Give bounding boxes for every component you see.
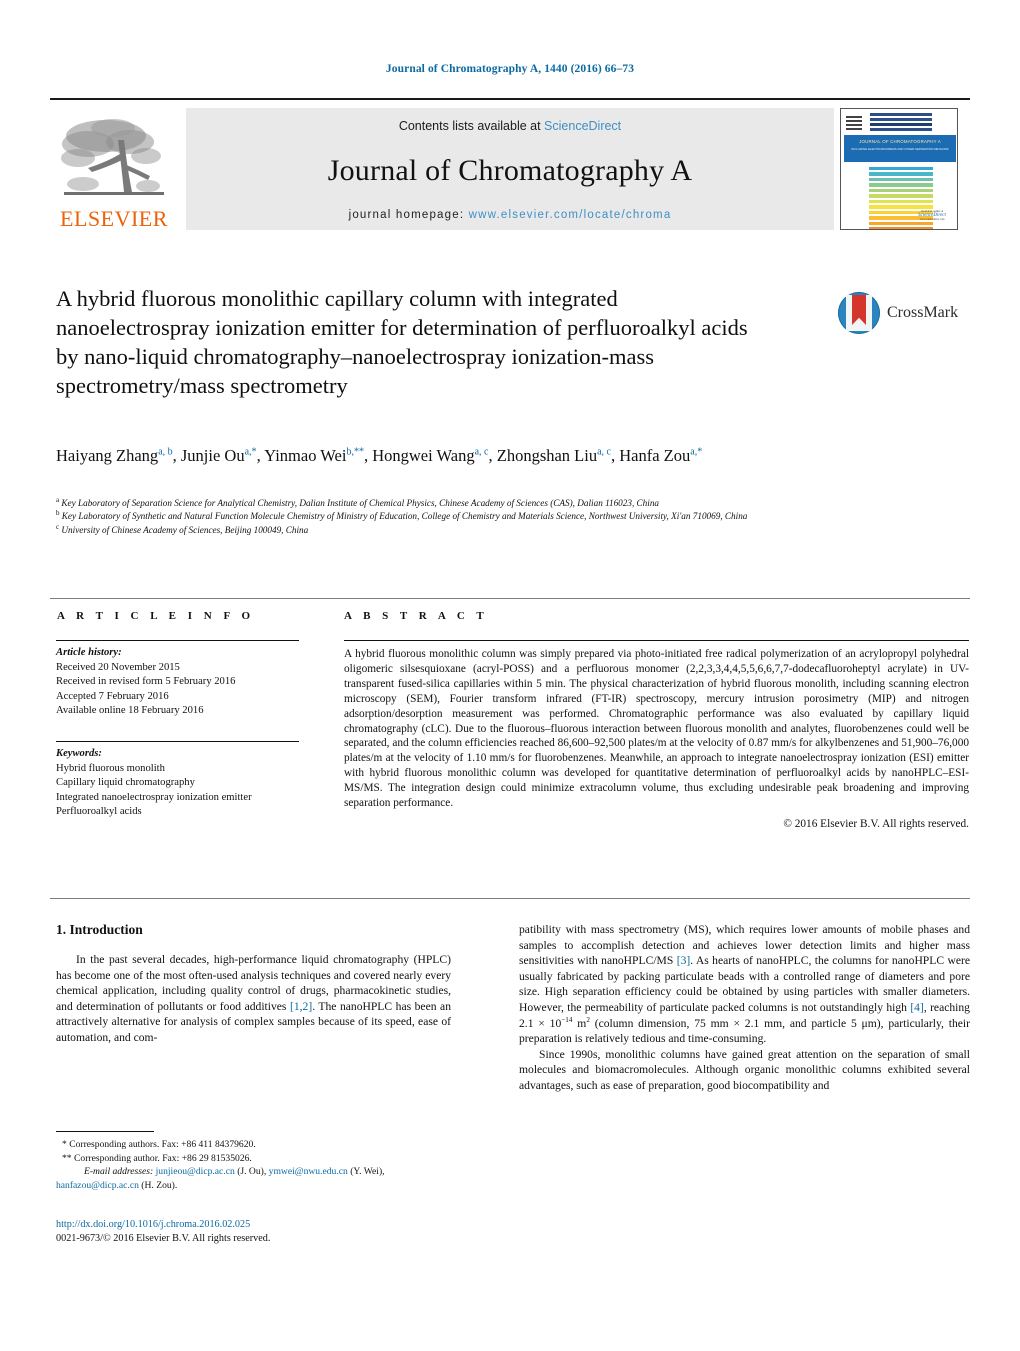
citation-ref-4[interactable]: [4] <box>910 1001 924 1014</box>
intro-paragraph-1-left: In the past several decades, high-perfor… <box>56 952 451 1046</box>
elsevier-wordmark: ELSEVIER <box>60 206 168 231</box>
section-title-introduction: 1. Introduction <box>56 922 143 937</box>
abstract-heading: A B S T R A C T <box>344 610 489 622</box>
crossmark-label: CrossMark <box>887 304 959 321</box>
article-info-column: Article history: Received 20 November 20… <box>56 640 299 820</box>
abstract-text: A hybrid fluorous monolithic column was … <box>344 648 969 810</box>
keyword-item: Perfluoroalkyl acids <box>56 806 142 818</box>
abstract-column: A hybrid fluorous monolithic column was … <box>344 640 969 832</box>
keywords-label: Keywords: <box>56 747 102 759</box>
running-head: Journal of Chromatography A, 1440 (2016)… <box>385 63 635 75</box>
body-column-left: In the past several decades, high-perfor… <box>56 952 451 1046</box>
crossmark-badge[interactable]: CrossMark <box>838 287 968 339</box>
citation-ref-1-2[interactable]: [1,2] <box>290 1000 312 1013</box>
email-link-ymwei[interactable]: ymwei@nwu.edu.cn <box>269 1166 348 1177</box>
title-block: A hybrid fluorous monolithic capillary c… <box>56 284 756 400</box>
cover-banner-subtitle: INCLUDING ELECTROPHORESIS AND OTHER SEPA… <box>851 147 949 151</box>
article-history-block: Article history: Received 20 November 20… <box>56 646 299 719</box>
paper-page: Journal of Chromatography A, 1440 (2016)… <box>0 0 1020 1351</box>
keywords-rule <box>56 740 299 742</box>
journal-title: Journal of Chromatography A <box>327 154 693 187</box>
email-addresses-label: E-mail addresses: <box>84 1166 154 1178</box>
footnote-email-addresses: E-mail addresses: junjieou@dicp.ac.cn (J… <box>56 1165 476 1179</box>
doi-link[interactable]: http://dx.doi.org/10.1016/j.chroma.2016.… <box>56 1218 476 1232</box>
cover-footer: Available online at ScienceDirect www.sc… <box>913 209 951 221</box>
cover-qr-code-icon <box>846 114 862 130</box>
exponent-minus-14: −14 <box>561 1015 573 1024</box>
intro-paragraph-1-right: patibility with mass spectrometry (MS), … <box>519 922 970 1047</box>
footnote-corresponding-authors: * Corresponding authors. Fax: +86 411 84… <box>62 1139 256 1150</box>
citation-ref-3[interactable]: [3] <box>677 954 691 967</box>
history-item: Accepted 7 February 2016 <box>56 690 169 702</box>
cover-banner: JOURNAL OF CHROMATOGRAPHY A INCLUDING EL… <box>844 135 956 162</box>
divider-below-abstract <box>50 898 970 899</box>
divider-above-abstract <box>50 598 970 599</box>
email1-owner: (J. Ou), <box>237 1166 267 1178</box>
elsevier-tree-icon <box>58 114 170 206</box>
article-info-rule <box>56 640 299 641</box>
homepage-url-link[interactable]: www.elsevier.com/locate/chroma <box>469 209 672 221</box>
footnotes-block: * Corresponding authors. Fax: +86 411 84… <box>56 1138 476 1192</box>
email3-owner: (H. Zou). <box>141 1179 178 1191</box>
intro-paragraph-2-right: Since 1990s, monolithic columns have gai… <box>519 1047 970 1092</box>
footnote-email-third-line: hanfazou@dicp.ac.cn (H. Zou). <box>56 1179 476 1193</box>
footnote-corresponding-author: ** Corresponding author. Fax: +86 29 815… <box>62 1152 252 1164</box>
keyword-item: Integrated nanoelectrospray ionization e… <box>56 791 252 803</box>
keywords-block: Keywords: Hybrid fluorous monolith Capil… <box>56 747 299 820</box>
sciencedirect-link[interactable]: ScienceDirect <box>544 119 621 133</box>
affiliation-list: a Key Laboratory of Separation Science f… <box>56 495 748 535</box>
abstract-copyright: © 2016 Elsevier B.V. All rights reserved… <box>783 817 969 830</box>
issn-copyright: 0021-9673/© 2016 Elsevier B.V. All right… <box>56 1233 271 1244</box>
cover-foot-line3: www.sciencedirect.com <box>919 218 945 221</box>
contents-prefix: Contents lists available at <box>398 119 545 133</box>
email-link-hanfazou[interactable]: hanfazou@dicp.ac.cn <box>56 1180 139 1191</box>
journal-masthead: ELSEVIER Contents lists available at Sci… <box>50 98 970 233</box>
author-list: Haiyang Zhanga, b, Junjie Oua,*, Yinmao … <box>56 446 703 465</box>
email-link-junjieou[interactable]: junjieou@dicp.ac.cn <box>156 1166 235 1177</box>
article-info-heading: A R T I C L E I N F O <box>57 610 255 622</box>
homepage-prefix: journal homepage: <box>348 209 469 221</box>
footnote-divider <box>56 1131 154 1132</box>
elsevier-logo: ELSEVIER <box>50 108 178 230</box>
intro-p1r-text-d: m <box>572 1016 587 1030</box>
journal-homepage-line: journal homepage: www.elsevier.com/locat… <box>349 209 672 221</box>
history-item: Received 20 November 2015 <box>56 661 180 673</box>
crossmark-icon <box>838 292 880 334</box>
keyword-item: Hybrid fluorous monolith <box>56 762 165 774</box>
masthead-center: Contents lists available at ScienceDirec… <box>186 108 834 230</box>
abstract-rule <box>344 640 969 641</box>
page-title: A hybrid fluorous monolithic capillary c… <box>56 286 748 398</box>
history-item: Available online 18 February 2016 <box>56 705 204 717</box>
email2-owner: (Y. Wei), <box>350 1166 385 1178</box>
history-item: Received in revised form 5 February 2016 <box>56 676 236 688</box>
keyword-item: Capillary liquid chromatography <box>56 777 195 789</box>
body-column-right: patibility with mass spectrometry (MS), … <box>519 922 970 1094</box>
article-history-label: Article history: <box>56 647 122 658</box>
journal-cover-thumbnail: JOURNAL OF CHROMATOGRAPHY A INCLUDING EL… <box>840 108 958 230</box>
cover-top-bars <box>870 113 932 133</box>
cover-banner-title: JOURNAL OF CHROMATOGRAPHY A <box>859 139 941 144</box>
doi-block: http://dx.doi.org/10.1016/j.chroma.2016.… <box>56 1218 476 1246</box>
contents-available-line: Contents lists available at ScienceDirec… <box>399 119 621 133</box>
